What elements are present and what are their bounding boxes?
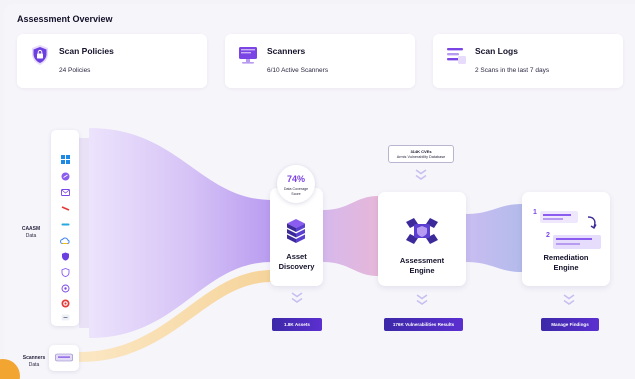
score-caption-line1: Data Coverage [283,187,309,191]
score-caption: Data Coverage Score [277,187,315,196]
stage-name: Remediation Engine [522,253,610,273]
stage-name-line1: Assessment [399,256,445,265]
scanners-data-label: Scanners Data [18,355,50,369]
cve-database-box: 314K CVEs Armis Vulnerability Database [388,145,454,163]
step-2-bar [553,235,601,249]
flow-caasm [89,128,272,338]
cve-count: 314K CVEs [410,149,432,154]
chevron-down-icon [416,294,428,305]
flow-discovery-assessment [323,196,378,276]
caasm-sources-panel [51,130,79,326]
bar-logo-icon [59,219,71,230]
stage-name-line1: Remediation [543,253,589,262]
assets-pill-button[interactable]: 1.8K Assets [272,318,322,331]
shield-outline-icon [59,267,71,278]
scanners-label: Scanners [22,355,46,361]
scanner-device-icon [55,353,73,362]
step-2-number: 2 [546,232,550,239]
circle-logo-icon [59,171,71,182]
envelope-icon [59,187,71,198]
scanners-sub: Data [28,362,40,368]
manage-findings-button[interactable]: Manage Findings [541,318,599,331]
vulnerabilities-pill-button[interactable]: 176K Vulnerabilities Results [384,318,463,331]
cve-source: Armis Vulnerability Database [396,155,446,159]
stack-cubes-icon [287,219,305,243]
assessment-engine-card[interactable]: Assessment Engine [378,192,466,286]
target-icon [59,298,71,309]
caasm-label: CAASM [21,226,41,232]
crosshair-icon [59,283,71,294]
flow-assessment-remediation [466,204,522,272]
tag-icon [59,312,71,323]
remediation-engine-card[interactable]: 1 2 Remediation Engine [522,192,610,286]
stage-name: Asset Discovery [270,252,323,272]
chevron-down-icon [563,294,575,305]
score-caption-line2: Score [291,191,301,196]
chevron-down-icon [291,292,303,303]
shield-icon [59,251,71,262]
stage-name: Assessment Engine [378,256,466,276]
caasm-data-label: CAASM Data [14,226,48,240]
windows-icon [59,154,71,165]
stage-name-line2: Discovery [278,262,315,271]
step-1-number: 1 [533,209,537,216]
scanners-source-panel [49,345,79,371]
engine-cluster-icon [406,218,438,244]
score-value: 74% [286,174,305,184]
chevron-down-icon [415,169,427,180]
loop-arrow-icon [587,216,597,229]
slash-logo-icon [59,203,71,214]
caasm-sub: Data [25,233,37,239]
stage-name-line1: Asset [286,252,307,261]
step-1-bar [540,211,578,223]
data-coverage-score: 74% Data Coverage Score [277,165,315,203]
cloud-icon [59,235,71,246]
stage-name-line2: Engine [409,266,435,275]
stage-name-line2: Engine [553,263,579,272]
